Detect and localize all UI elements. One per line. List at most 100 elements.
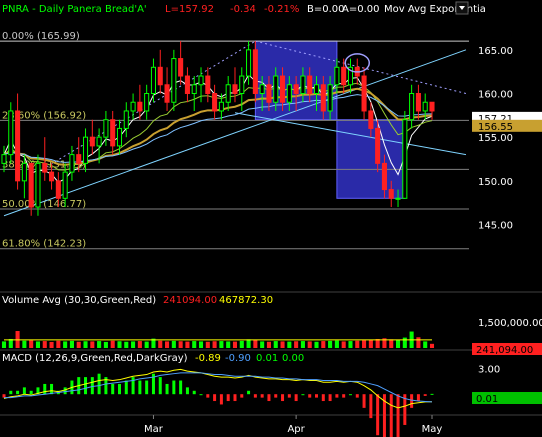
macd-histogram-bar [260, 394, 264, 398]
stock-chart: PNRA - Daily Panera Bread'A' L=157.92 -0… [0, 1, 542, 437]
volume-bar [260, 341, 265, 348]
macd-histogram-bar [342, 394, 346, 398]
last-price: L=157.92 [165, 4, 214, 15]
candle-body [82, 136, 89, 164]
macd-histogram-bar [185, 387, 189, 395]
symbol-title: PNRA - Daily Panera Bread'A' [2, 4, 147, 15]
signal-value: -0.90 [225, 353, 251, 364]
macd-histogram-bar [124, 380, 128, 395]
volume-bar [287, 341, 292, 348]
macd-histogram-bar [321, 394, 325, 402]
volume-bar [22, 340, 27, 348]
volume-bar [56, 340, 61, 348]
macd-histogram-bar [287, 394, 291, 398]
volume-bar [198, 341, 204, 348]
candle-body [21, 162, 27, 182]
volume-bar [103, 341, 108, 348]
volume-bar [389, 339, 394, 348]
macd-histogram-bar [179, 380, 183, 395]
macd-histogram-bar [90, 377, 94, 395]
volume-bar [368, 339, 373, 348]
volume-bar [334, 340, 339, 348]
candle-body [157, 66, 163, 86]
histogram-value: 0.01 [256, 353, 278, 364]
candle-body [218, 101, 224, 112]
macd-histogram-bar [335, 394, 339, 398]
macd-histogram-bar [315, 394, 319, 398]
macd-line [3, 368, 433, 409]
candle-body [55, 180, 61, 199]
volume-bar [429, 343, 435, 348]
macd-histogram-bar [416, 394, 420, 402]
volume-bar [239, 340, 244, 348]
candle-body [184, 75, 190, 94]
macd-histogram-bar [233, 394, 237, 402]
candle-body [130, 101, 136, 112]
price-change: -0.34 [230, 4, 256, 15]
macd-histogram-bar [355, 394, 359, 398]
macd-histogram-bar [158, 377, 162, 395]
menu-button[interactable] [455, 1, 469, 15]
candle-body [137, 101, 143, 112]
macd-histogram-bar [213, 394, 217, 402]
candle-body [388, 189, 394, 199]
volume-bar [416, 337, 421, 348]
candle-body [286, 84, 292, 103]
macd-histogram-bar [301, 394, 305, 396]
candle-body [402, 119, 408, 199]
price-axis-label: 150.00 [478, 177, 513, 188]
candle-body [409, 93, 415, 121]
candle-body [225, 84, 231, 103]
ask-value: A=0.00 [342, 4, 380, 15]
volume-bar [362, 340, 367, 348]
volume-bar [29, 340, 34, 348]
candle-body [327, 84, 333, 112]
macd-histogram-bar [172, 380, 176, 395]
macd-histogram-bar [294, 394, 298, 402]
volume-bar [253, 340, 258, 348]
macd-axis-label: 3.00 [478, 365, 500, 376]
chart-header: PNRA - Daily Panera Bread'A' L=157.92 -0… [2, 4, 486, 15]
volume-bar [355, 340, 360, 348]
macd-histogram-bar [328, 394, 332, 402]
candle-body [1, 154, 7, 164]
x-axis-label: May [422, 424, 443, 435]
candle-body [259, 84, 265, 95]
candle-body [361, 75, 367, 112]
bid-value: B=0.00 [307, 4, 345, 15]
candle-body [280, 75, 286, 103]
macd-histogram-bar [131, 377, 135, 395]
candle-body [42, 162, 48, 173]
volume-bar [97, 341, 102, 348]
macd-histogram-bar [111, 383, 115, 395]
macd-histogram-bar [29, 390, 33, 395]
volume-bar [280, 341, 285, 348]
candle-body [15, 110, 21, 182]
volume-bar [321, 341, 326, 348]
volume-axis-label: 1,500,000.00 [478, 318, 542, 329]
candle-body [49, 171, 55, 182]
macd-histogram-bar [145, 380, 149, 395]
candle-body [205, 75, 211, 94]
macd-histogram-bar [138, 380, 142, 395]
volume-bar [314, 341, 319, 348]
volume-bar [165, 341, 170, 348]
macd-histogram-bar [97, 373, 101, 395]
volume-bar [63, 341, 68, 348]
x-axis-label: Mar [144, 424, 164, 435]
volume-value: 241094.00 [163, 295, 217, 306]
volume-bar [423, 341, 428, 348]
candle-body [300, 75, 306, 94]
candle-body [415, 93, 421, 112]
fib-label: 50.00% (146.77) [2, 199, 86, 210]
macd-histogram-bar [274, 394, 278, 398]
candle-body [246, 49, 252, 77]
candle-body [110, 119, 116, 147]
candle-body [307, 75, 313, 94]
candle-body [422, 101, 428, 112]
macd-histogram-bar [22, 387, 26, 395]
macd-histogram-bar [206, 394, 210, 398]
candle-body [89, 136, 95, 147]
volume-bar [212, 341, 217, 348]
volume-bar [69, 340, 74, 348]
